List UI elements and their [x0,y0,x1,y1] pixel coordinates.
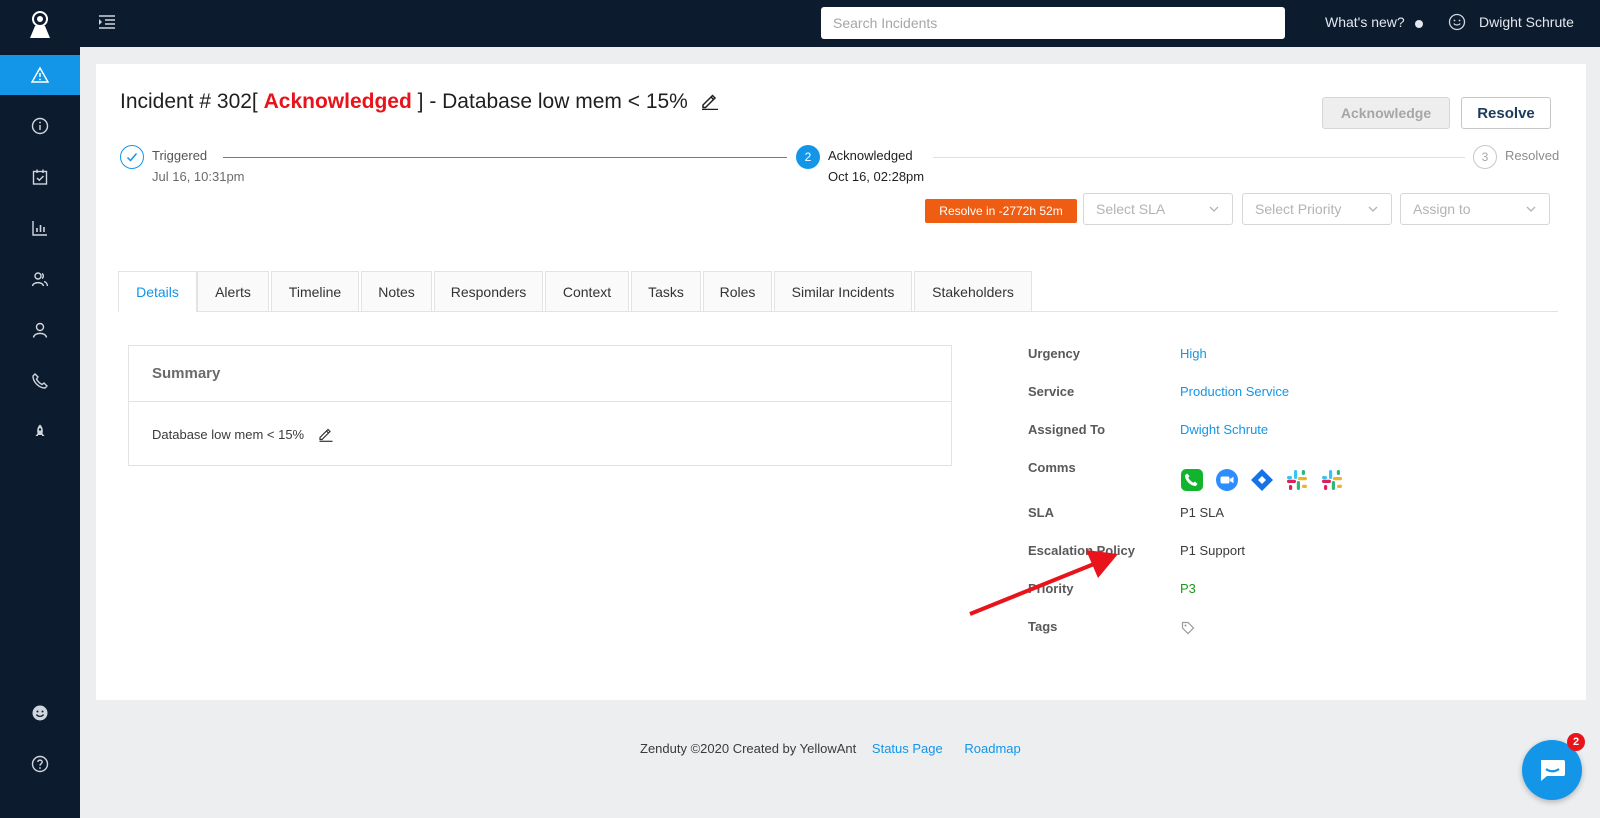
whats-new-indicator [1415,20,1423,28]
resolve-timer-badge: Resolve in -2772h 52m [925,199,1077,223]
slack-icon[interactable] [1285,468,1309,492]
assign-select[interactable]: Assign to [1400,193,1550,225]
nav-feedback[interactable] [0,693,80,733]
priority-value: P3 [1180,581,1196,596]
summary-text: Database low mem < 15% [152,426,305,442]
nav-incidents[interactable] [0,55,80,95]
annotation-arrow [969,550,1118,616]
sla-value: P1 SLA [1180,505,1225,520]
summary-panel: Summary Database low mem < 15% [128,345,952,466]
tab-responders[interactable]: Responders [434,271,543,311]
topbar: What's new? Dwight Schrute [80,0,1600,47]
step-triggered-label: Triggered [152,148,208,163]
user-icon [32,322,48,338]
smiley-icon [32,705,48,721]
calendar-check-icon [32,169,48,185]
footer-roadmap-link[interactable]: Roadmap [964,741,1020,756]
jira-icon[interactable] [1250,468,1274,492]
slack-icon[interactable] [1320,468,1344,492]
whats-new-link[interactable]: What's new? [1325,14,1405,30]
rocket-icon [35,424,45,436]
nav-help[interactable] [0,744,80,784]
smiley-user-icon[interactable] [1448,13,1466,31]
urgency-label: Urgency [1028,346,1081,361]
chevron-down-icon [1209,206,1219,212]
tag-icon[interactable] [1181,621,1195,635]
acknowledge-button[interactable]: Acknowledge [1322,97,1450,129]
incident-title-suffix: ] - Database low mem < 15% [411,90,688,113]
tab-roles[interactable]: Roles [703,271,772,311]
incident-card: Incident # 302[ Acknowledged ] - Databas… [96,64,1586,700]
nav-integrations[interactable] [0,412,80,452]
user-menu[interactable]: Dwight Schrute [1479,14,1574,30]
tab-notes[interactable]: Notes [361,271,432,311]
alert-triangle-icon [31,66,49,83]
phone-call-icon[interactable] [1180,468,1204,492]
step-line-done [223,157,787,158]
tab-similar-incidents[interactable]: Similar Incidents [774,271,912,311]
sidebar [0,0,80,818]
step-resolved-number: 3 [1473,145,1497,169]
bar-chart-icon [32,221,47,236]
edit-summary-icon[interactable] [318,426,334,442]
footer: Zenduty ©2020 Created by YellowAnt Statu… [640,741,1021,756]
tab-timeline[interactable]: Timeline [271,271,359,311]
assign-select-value: Assign to [1413,201,1471,217]
tab-tasks[interactable]: Tasks [631,271,701,311]
footer-status-page-link[interactable]: Status Page [872,741,943,756]
step-acknowledged-label: Acknowledged [828,148,913,163]
nav-teams[interactable] [0,259,80,299]
info-icon [31,117,49,135]
sla-label: SLA [1028,505,1054,520]
chat-unread-badge: 2 [1567,733,1585,751]
chevron-down-icon [1526,206,1536,212]
tab-context[interactable]: Context [545,271,629,311]
service-label: Service [1028,384,1075,399]
incident-title-prefix: Incident # 302[ [120,90,264,113]
step-triggered-check [120,145,144,169]
step-line-pending [933,157,1465,158]
summary-body: Database low mem < 15% [129,402,951,466]
menu-toggle-icon[interactable] [98,14,116,30]
check-icon [126,153,138,162]
escalation-value: P1 Support [1180,543,1246,558]
priority-select[interactable]: Select Priority [1242,193,1392,225]
search-input[interactable] [821,7,1285,39]
urgency-value[interactable]: High [1180,346,1207,361]
incident-title: Incident # 302[ Acknowledged ] - Databas… [120,90,720,114]
nav-analytics[interactable] [0,208,80,248]
tab-alerts[interactable]: Alerts [197,271,269,311]
resolve-button[interactable]: Resolve [1461,97,1551,129]
footer-copyright: Zenduty ©2020 Created by YellowAnt [640,741,857,756]
help-icon [31,755,49,773]
step-acknowledged-number: 2 [796,145,820,169]
tab-stakeholders[interactable]: Stakeholders [914,271,1032,311]
users-icon [31,272,49,287]
step-triggered-date: Jul 16, 10:31pm [152,169,245,184]
service-value[interactable]: Production Service [1180,384,1289,399]
incident-status: Acknowledged [263,90,412,113]
incident-tabs: Details Alerts Timeline Notes Responders… [118,271,1558,312]
zoom-icon[interactable] [1215,468,1239,492]
summary-heading: Summary [129,346,951,402]
assigned-value[interactable]: Dwight Schrute [1180,422,1268,437]
comms-label: Comms [1028,460,1076,475]
step-acknowledged-date: Oct 16, 02:28pm [828,169,925,184]
chat-icon [1541,760,1565,781]
chevron-down-icon [1368,206,1378,212]
nav-users[interactable] [0,310,80,350]
zenduty-logo[interactable] [27,10,53,40]
step-resolved-label: Resolved [1505,148,1560,163]
nav-info[interactable] [0,106,80,146]
sla-select[interactable]: Select SLA [1083,193,1233,225]
sla-select-value: Select SLA [1096,201,1166,217]
phone-icon [32,373,48,389]
edit-title-icon[interactable] [700,90,720,110]
nav-schedules[interactable] [0,157,80,197]
priority-select-value: Select Priority [1255,201,1342,217]
nav-phone[interactable] [0,361,80,401]
assigned-label: Assigned To [1028,422,1106,437]
comms-icons [1180,467,1344,493]
tab-details[interactable]: Details [118,271,197,312]
